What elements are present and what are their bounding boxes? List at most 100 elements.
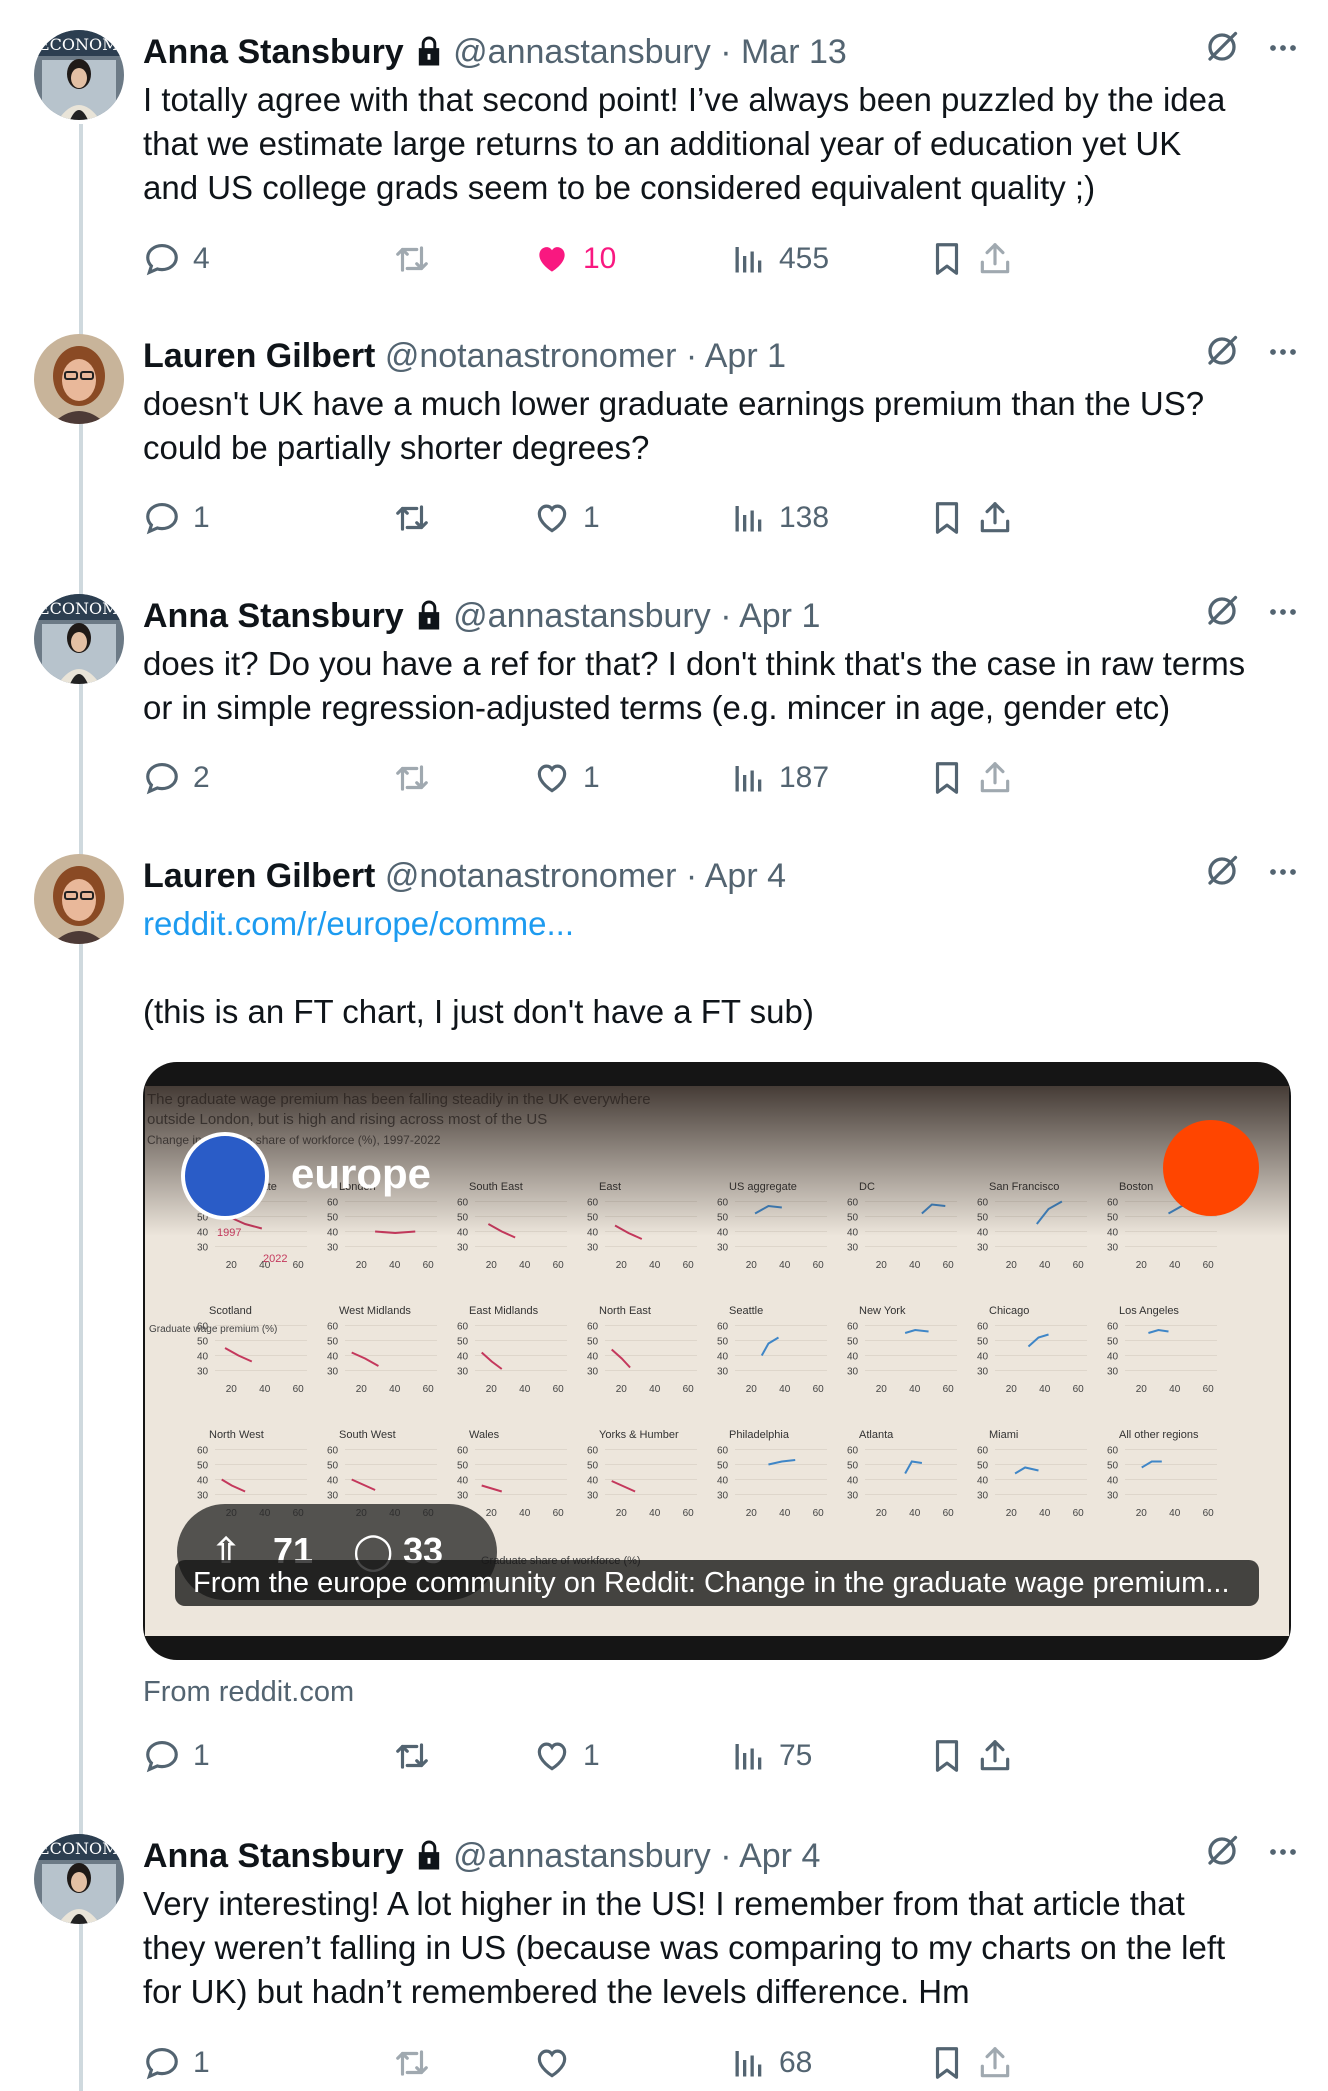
like-button[interactable]: 1 xyxy=(533,496,600,540)
card-image[interactable]: The graduate wage premium has been falli… xyxy=(145,1086,1289,1636)
series-line xyxy=(481,1484,503,1493)
like-button[interactable]: 1 xyxy=(533,1734,600,1778)
like-button[interactable]: 10 xyxy=(533,237,616,281)
panel-title: Chicago xyxy=(989,1305,1029,1317)
views-button[interactable]: 75 xyxy=(731,1734,812,1778)
y-tick-label: 30 xyxy=(457,1243,469,1254)
bookmark-button[interactable] xyxy=(928,1734,966,1778)
author-handle[interactable]: @annastansbury xyxy=(453,1837,711,1875)
y-tick-label: 30 xyxy=(197,1491,209,1502)
tweet[interactable]: Lauren Gilbert @notanastronomer · Apr 1 … xyxy=(0,334,1328,554)
x-tick-label: 20 xyxy=(1006,1508,1018,1519)
share-icon xyxy=(976,2044,1014,2082)
tweet[interactable]: ECONOMIC Anna Stansbury @annastansbury ·… xyxy=(0,594,1328,814)
more-icon[interactable] xyxy=(1268,594,1298,638)
like-button[interactable]: 1 xyxy=(533,756,600,800)
tweet-date[interactable]: Apr 1 xyxy=(739,597,820,635)
more-icon[interactable] xyxy=(1268,334,1298,378)
tweet-date[interactable]: Apr 1 xyxy=(705,337,786,375)
share-icon xyxy=(976,759,1014,797)
views-button[interactable]: 455 xyxy=(731,237,829,281)
y-tick-label: 40 xyxy=(717,1476,729,1487)
panel-title: All other regions xyxy=(1119,1429,1199,1441)
card-caption[interactable]: From the europe community on Reddit: Cha… xyxy=(175,1560,1259,1606)
tweet[interactable]: Lauren Gilbert @notanastronomer · Apr 4 … xyxy=(0,854,1328,1794)
author-handle[interactable]: @notanastronomer xyxy=(385,857,677,895)
reply-button[interactable]: 2 xyxy=(143,756,210,800)
views-count: 75 xyxy=(779,1739,813,1772)
y-tick-label: 50 xyxy=(717,1461,729,1472)
tweet-link[interactable]: reddit.com/r/europe/comme... xyxy=(143,902,1298,946)
card-domain[interactable]: From reddit.com xyxy=(143,1676,354,1709)
reply-button[interactable]: 1 xyxy=(143,496,210,540)
views-button[interactable]: 138 xyxy=(731,496,829,540)
author-name[interactable]: Anna Stansbury xyxy=(143,33,404,71)
lock-icon xyxy=(414,1838,444,1882)
grok-icon[interactable] xyxy=(1204,333,1240,380)
tweet-actions: 2 1 187 xyxy=(143,756,1298,800)
tweet[interactable]: ECONOMIC Anna Stansbury @annastansbury ·… xyxy=(0,1834,1328,2091)
avatar[interactable]: ECONOMIC xyxy=(34,594,124,684)
bookmark-button[interactable] xyxy=(928,496,966,540)
author-name[interactable]: Anna Stansbury xyxy=(143,597,404,635)
more-icon[interactable] xyxy=(1268,1834,1298,1878)
avatar[interactable]: ECONOMIC xyxy=(34,30,124,120)
retweet-button[interactable] xyxy=(393,2041,431,2085)
author-handle[interactable]: @notanastronomer xyxy=(385,337,677,375)
x-tick-label: 40 xyxy=(389,1260,401,1271)
reply-button[interactable]: 1 xyxy=(143,2041,210,2085)
share-button[interactable] xyxy=(976,2041,1014,2085)
grok-icon[interactable] xyxy=(1204,593,1240,640)
reply-button[interactable]: 1 xyxy=(143,1734,210,1778)
y-tick-label: 30 xyxy=(847,1367,859,1378)
tweet[interactable]: ECONOMIC Anna Stansbury @annastansbury ·… xyxy=(0,30,1328,300)
y-tick-label: 30 xyxy=(977,1243,989,1254)
author-name[interactable]: Lauren Gilbert xyxy=(143,337,375,375)
y-tick-label: 60 xyxy=(327,1446,339,1457)
bookmark-button[interactable] xyxy=(928,2041,966,2085)
x-tick-label: 60 xyxy=(293,1384,305,1395)
more-icon[interactable] xyxy=(1268,30,1298,74)
like-button[interactable] xyxy=(533,2041,583,2085)
grok-icon[interactable] xyxy=(1204,1833,1240,1880)
panel-title: Wales xyxy=(469,1429,500,1441)
retweet-button[interactable] xyxy=(393,237,431,281)
tweet-date[interactable]: Mar 13 xyxy=(741,33,847,71)
retweet-button[interactable] xyxy=(393,496,431,540)
bookmark-button[interactable] xyxy=(928,756,966,800)
retweet-button[interactable] xyxy=(393,1734,431,1778)
author-handle[interactable]: @annastansbury xyxy=(453,33,711,71)
retweet-button[interactable] xyxy=(393,756,431,800)
y-tick-label: 40 xyxy=(197,1352,209,1363)
tweet-date[interactable]: Apr 4 xyxy=(705,857,786,895)
bookmark-button[interactable] xyxy=(928,237,966,281)
author-name[interactable]: Lauren Gilbert xyxy=(143,857,375,895)
share-button[interactable] xyxy=(976,496,1014,540)
x-tick-label: 60 xyxy=(423,1260,435,1271)
bookmark-icon xyxy=(928,240,966,278)
views-button[interactable]: 187 xyxy=(731,756,829,800)
y-tick-label: 30 xyxy=(327,1491,339,1502)
author-name[interactable]: Anna Stansbury xyxy=(143,1837,404,1875)
grok-icon[interactable] xyxy=(1204,853,1240,900)
reply-icon xyxy=(143,2044,181,2082)
y-tick-label: 30 xyxy=(717,1367,729,1378)
y-tick-label: 50 xyxy=(457,1461,469,1472)
avatar[interactable]: ECONOMIC xyxy=(34,1834,124,1924)
x-tick-label: 60 xyxy=(813,1384,825,1395)
grok-icon[interactable] xyxy=(1204,29,1240,76)
views-button[interactable]: 68 xyxy=(731,2041,812,2085)
share-button[interactable] xyxy=(976,756,1014,800)
reply-button[interactable]: 4 xyxy=(143,237,210,281)
x-tick-label: 40 xyxy=(1169,1508,1181,1519)
share-button[interactable] xyxy=(976,1734,1014,1778)
link-card[interactable]: The graduate wage premium has been falli… xyxy=(143,1062,1291,1660)
y-tick-label: 30 xyxy=(1107,1491,1119,1502)
more-icon[interactable] xyxy=(1268,854,1298,898)
y-tick-label: 60 xyxy=(327,1322,339,1333)
author-handle[interactable]: @annastansbury xyxy=(453,597,711,635)
tweet-date[interactable]: Apr 4 xyxy=(739,1837,820,1875)
avatar[interactable] xyxy=(34,854,124,944)
share-button[interactable] xyxy=(976,237,1014,281)
avatar[interactable] xyxy=(34,334,124,424)
